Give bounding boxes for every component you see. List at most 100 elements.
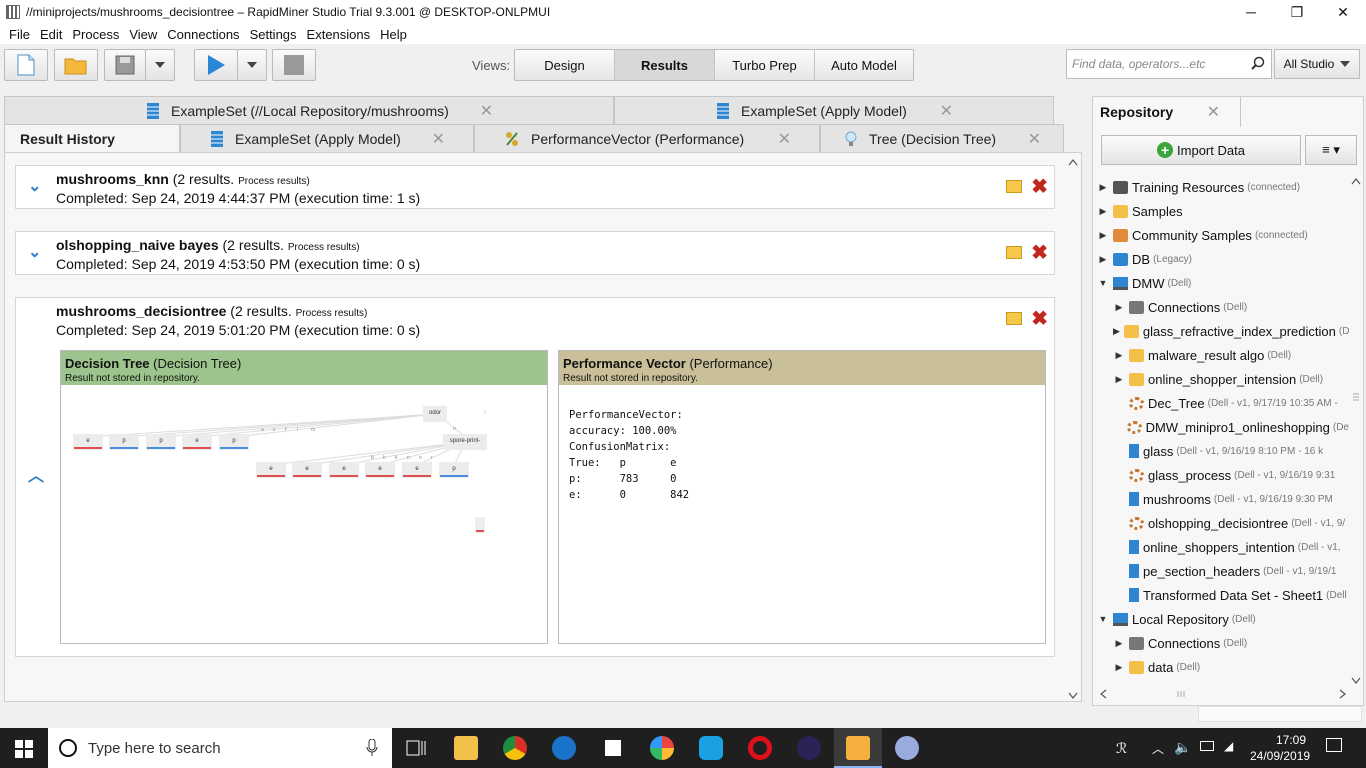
- performance-vector-card[interactable]: Performance Vector (Performance) Result …: [558, 350, 1046, 644]
- tab-performance-vector[interactable]: PerformanceVector (Performance) ✕: [474, 124, 820, 153]
- tab-exampleset-mushrooms[interactable]: ExampleSet (//Local Repository/mushrooms…: [4, 96, 614, 125]
- clock-date[interactable]: 24/09/2019: [1250, 749, 1310, 763]
- collapse-chevron-icon[interactable]: ︿: [28, 462, 44, 486]
- repository-item[interactable]: olshopping_decisiontree (Dell - v1, 9/: [1097, 511, 1349, 535]
- expand-chevron-icon[interactable]: ⌄: [28, 242, 41, 262]
- file-explorer-icon[interactable]: [454, 736, 478, 760]
- task-view-icon[interactable]: [406, 738, 426, 758]
- notifications-icon[interactable]: [1326, 738, 1342, 752]
- show-hidden-icons[interactable]: ︿: [1152, 740, 1164, 757]
- store-icon[interactable]: [601, 736, 625, 760]
- wifi-icon[interactable]: ◢: [1224, 739, 1233, 753]
- expanded-arrow-icon[interactable]: ▼: [1097, 614, 1109, 624]
- microphone-icon[interactable]: [366, 739, 378, 757]
- repository-item[interactable]: ▶ Community Samples (connected): [1097, 223, 1349, 247]
- menu-edit[interactable]: Edit: [35, 27, 67, 42]
- tab-result-history[interactable]: Result History: [4, 124, 180, 153]
- close-tab-icon[interactable]: ✕: [480, 101, 493, 121]
- repository-item[interactable]: ▶ data (Dell): [1097, 655, 1349, 679]
- close-tab-icon[interactable]: ✕: [1207, 102, 1220, 122]
- folder-icon[interactable]: [1006, 180, 1022, 193]
- repository-item[interactable]: ▶ Connections (Dell): [1097, 631, 1349, 655]
- tab-exampleset-apply-model-2[interactable]: ExampleSet (Apply Model) ✕: [180, 124, 474, 153]
- delete-icon[interactable]: ✖: [1031, 306, 1048, 331]
- view-turbo-prep-tab[interactable]: Turbo Prep: [715, 50, 815, 80]
- skype-icon[interactable]: [699, 736, 723, 760]
- expand-chevron-icon[interactable]: ⌄: [28, 176, 41, 196]
- menu-help[interactable]: Help: [375, 27, 412, 42]
- repository-item[interactable]: online_shoppers_intention (Dell - v1,: [1097, 535, 1349, 559]
- edge-icon[interactable]: [552, 736, 576, 760]
- repository-item[interactable]: glass_process (Dell - v1, 9/16/19 9:31: [1097, 463, 1349, 487]
- close-tab-icon[interactable]: ✕: [778, 129, 791, 149]
- repository-vscroll[interactable]: [1349, 175, 1363, 687]
- chrome-icon[interactable]: [503, 736, 527, 760]
- view-auto-model-tab[interactable]: Auto Model: [815, 50, 913, 80]
- decision-tree-card[interactable]: Decision Tree (Decision Tree) Result not…: [60, 350, 548, 644]
- process-results-link[interactable]: Process results): [296, 308, 368, 319]
- save-process-button[interactable]: [104, 49, 146, 81]
- close-tab-icon[interactable]: ✕: [1028, 129, 1041, 149]
- repository-item[interactable]: mushrooms (Dell - v1, 9/16/19 9:30 PM: [1097, 487, 1349, 511]
- repository-menu-button[interactable]: ≡ ▾: [1305, 135, 1357, 165]
- repository-item[interactable]: Transformed Data Set - Sheet1 (Dell: [1097, 583, 1349, 607]
- search-icon[interactable]: [1251, 56, 1265, 70]
- close-tab-icon[interactable]: ✕: [940, 101, 953, 121]
- new-process-button[interactable]: [4, 49, 48, 81]
- clock-time[interactable]: 17:09: [1276, 733, 1306, 747]
- battery-icon[interactable]: [1200, 741, 1214, 751]
- result-entry[interactable]: ⌄ mushrooms_knn (2 results. Process resu…: [15, 165, 1055, 209]
- repository-item[interactable]: DMW_minipro1_onlineshopping (De: [1097, 415, 1349, 439]
- collapsed-arrow-icon[interactable]: ▶: [1113, 662, 1125, 673]
- repository-item[interactable]: ▼ Local Repository (Dell): [1097, 607, 1349, 631]
- folder-icon[interactable]: [1006, 312, 1022, 325]
- repository-hscroll[interactable]: [1097, 687, 1349, 701]
- maximize-button[interactable]: ❐: [1274, 0, 1320, 24]
- close-window-button[interactable]: ✕: [1320, 0, 1366, 24]
- repository-item[interactable]: glass (Dell - v1, 9/16/19 8:10 PM - 16 k: [1097, 439, 1349, 463]
- expanded-arrow-icon[interactable]: ▼: [1097, 278, 1109, 288]
- eclipse-icon[interactable]: [797, 736, 821, 760]
- global-search-input[interactable]: Find data, operators...etc: [1066, 49, 1272, 79]
- collapsed-arrow-icon[interactable]: ▶: [1097, 254, 1109, 265]
- repository-item[interactable]: ▶ DB (Legacy): [1097, 247, 1349, 271]
- run-process-button[interactable]: [194, 49, 238, 81]
- collapsed-arrow-icon[interactable]: ▶: [1113, 326, 1120, 337]
- delete-icon[interactable]: ✖: [1031, 240, 1048, 265]
- results-scrollbar[interactable]: [1066, 156, 1080, 702]
- repository-item[interactable]: ▶ Connections (Dell): [1097, 295, 1349, 319]
- decision-tree-graph[interactable]: odorspore-print-a c f l m nb h k n o re p p e pe e e e e p: [61, 385, 547, 643]
- menu-connections[interactable]: Connections: [162, 27, 244, 42]
- stop-process-button[interactable]: [272, 49, 316, 81]
- repository-item[interactable]: ▶ Training Resources (connected): [1097, 175, 1349, 199]
- collapsed-arrow-icon[interactable]: ▶: [1097, 182, 1109, 193]
- save-dropdown-button[interactable]: [145, 49, 175, 81]
- repository-item[interactable]: ▶ glass_refractive_index_prediction (D: [1097, 319, 1349, 343]
- repository-item[interactable]: ▶ malware_result algo (Dell): [1097, 343, 1349, 367]
- volume-icon[interactable]: 🔈: [1174, 739, 1191, 756]
- collapsed-arrow-icon[interactable]: ▶: [1113, 302, 1125, 313]
- menu-process[interactable]: Process: [67, 27, 124, 42]
- import-data-button[interactable]: + Import Data: [1101, 135, 1301, 165]
- close-tab-icon[interactable]: ✕: [432, 129, 445, 149]
- delete-icon[interactable]: ✖: [1031, 174, 1048, 199]
- menu-view[interactable]: View: [124, 27, 162, 42]
- repository-item[interactable]: ▶ Samples: [1097, 199, 1349, 223]
- collapsed-arrow-icon[interactable]: ▶: [1113, 374, 1125, 385]
- taskbar-search-input[interactable]: Type here to search: [48, 728, 392, 768]
- people-icon[interactable]: ℛ: [1116, 740, 1127, 757]
- collapsed-arrow-icon[interactable]: ▶: [1097, 230, 1109, 241]
- paint-3d-icon[interactable]: [650, 736, 674, 760]
- tab-exampleset-apply-model-1[interactable]: ExampleSet (Apply Model) ✕: [614, 96, 1054, 125]
- minimize-button[interactable]: ─: [1228, 0, 1274, 24]
- collapsed-arrow-icon[interactable]: ▶: [1097, 206, 1109, 217]
- collapsed-arrow-icon[interactable]: ▶: [1113, 350, 1125, 361]
- menu-settings[interactable]: Settings: [245, 27, 302, 42]
- menu-extensions[interactable]: Extensions: [302, 27, 376, 42]
- opera-icon[interactable]: [748, 736, 772, 760]
- process-results-link[interactable]: Process results): [288, 242, 360, 253]
- paint-icon[interactable]: [895, 736, 919, 760]
- search-scope-dropdown[interactable]: All Studio: [1274, 49, 1360, 79]
- view-design-tab[interactable]: Design: [515, 50, 615, 80]
- windows-start-icon[interactable]: [15, 740, 33, 758]
